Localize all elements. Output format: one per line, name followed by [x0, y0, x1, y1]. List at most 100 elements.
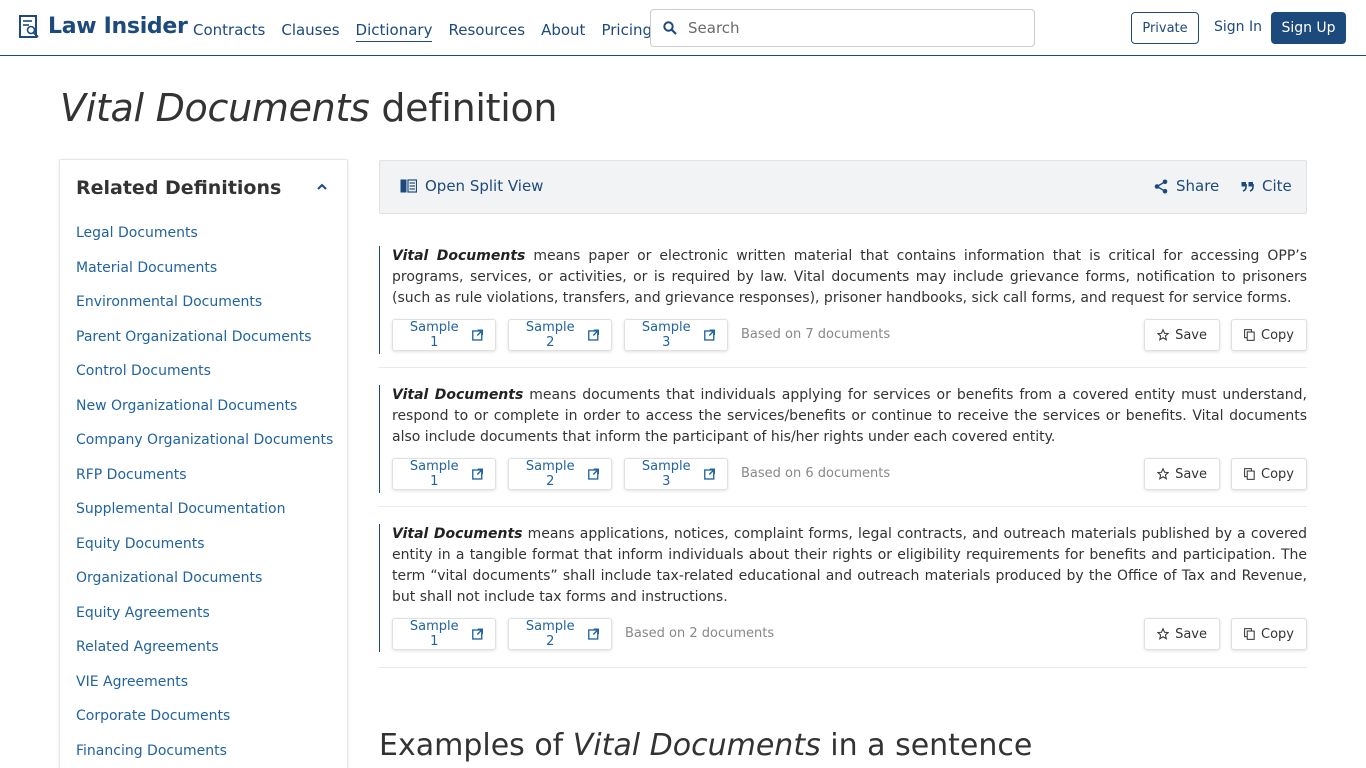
related-definition-link[interactable]: Organizational Documents [76, 570, 262, 586]
examples-heading: Examples of Vital Documents in a sentenc… [379, 728, 1032, 763]
list-item: Equity Agreements [76, 602, 333, 637]
examples-term: Vital Documents [572, 728, 821, 763]
share-label: Share [1176, 177, 1220, 195]
external-link-icon [471, 329, 483, 341]
copy-label: Copy [1261, 327, 1294, 343]
related-definition-link[interactable]: Material Documents [76, 260, 217, 276]
list-item: Company Organizational Documents [76, 429, 333, 464]
copy-button[interactable]: Copy [1231, 458, 1307, 490]
definition-body: means documents that individuals applyin… [392, 387, 1308, 445]
list-item: Financing Documents [76, 740, 333, 768]
nav-link-dictionary[interactable]: Dictionary [355, 19, 433, 42]
list-item: RFP Documents [76, 464, 333, 499]
related-definition-link[interactable]: Financing Documents [76, 743, 227, 759]
definition-entry-1: Vital Documents means paper or electroni… [379, 246, 1307, 368]
definition-term: Vital Documents [392, 526, 523, 542]
copy-icon [1244, 329, 1255, 341]
save-button[interactable]: Save [1144, 458, 1220, 490]
sample-1-button[interactable]: Sample 1 [392, 458, 496, 490]
external-link-icon [587, 628, 599, 640]
save-label: Save [1175, 327, 1207, 343]
star-icon [1157, 627, 1170, 640]
related-definition-link[interactable]: Environmental Documents [76, 294, 262, 310]
related-definition-link[interactable]: Corporate Documents [76, 708, 230, 724]
list-item: Legal Documents [76, 222, 333, 257]
definition-term: Vital Documents [392, 387, 524, 403]
sample-1-button[interactable]: Sample 1 [392, 618, 496, 650]
quote-icon [1241, 181, 1254, 192]
sample-1-button[interactable]: Sample 1 [392, 319, 496, 351]
sample-2-button[interactable]: Sample 2 [508, 618, 612, 650]
private-button[interactable]: Private [1131, 12, 1199, 44]
list-item: Corporate Documents [76, 705, 333, 740]
definition-toolbar: Open Split View Share Cite [379, 160, 1307, 214]
search-input[interactable] [688, 19, 1008, 37]
list-item: Related Agreements [76, 636, 333, 671]
page-title: Vital Documents definition [60, 86, 558, 130]
nav-link-about[interactable]: About [541, 19, 585, 42]
page-title-suffix: definition [381, 86, 558, 130]
related-definition-link[interactable]: RFP Documents [76, 467, 187, 483]
sample-3-button[interactable]: Sample 3 [624, 458, 728, 490]
copy-button[interactable]: Copy [1231, 319, 1307, 351]
related-definition-link[interactable]: Equity Agreements [76, 605, 210, 621]
save-label: Save [1175, 626, 1207, 642]
sample-3-button[interactable]: Sample 3 [624, 319, 728, 351]
sample-2-button[interactable]: Sample 2 [508, 458, 612, 490]
related-definition-link[interactable]: Parent Organizational Documents [76, 329, 312, 345]
sample-label: Sample 1 [409, 320, 459, 350]
search-box[interactable] [650, 9, 1035, 47]
sample-label: Sample 1 [409, 459, 459, 489]
save-button[interactable]: Save [1144, 319, 1220, 351]
definition-actions: Sample 1 Sample 2 Sample 3 Based on 7 do… [379, 319, 1307, 353]
list-item: New Organizational Documents [76, 395, 333, 430]
logo[interactable]: Law Insider [19, 14, 188, 39]
related-definitions-heading: Related Definitions [76, 177, 282, 199]
sample-2-button[interactable]: Sample 2 [508, 319, 612, 351]
sign-up-button[interactable]: Sign Up [1271, 12, 1346, 44]
nav-link-contracts[interactable]: Contracts [193, 19, 265, 42]
list-item: Equity Documents [76, 533, 333, 568]
search-icon [663, 21, 677, 35]
based-on-count: Based on 7 documents [741, 327, 891, 342]
sample-label: Sample 3 [641, 320, 691, 350]
related-definitions-panel: Related Definitions Legal Documents Mate… [59, 159, 348, 768]
related-definition-link[interactable]: Supplemental Documentation [76, 501, 286, 517]
copy-button[interactable]: Copy [1231, 618, 1307, 650]
nav-link-pricing[interactable]: Pricing [601, 19, 652, 42]
external-link-icon [703, 468, 715, 480]
related-definition-link[interactable]: New Organizational Documents [76, 398, 297, 414]
top-nav: Law Insider Contracts Clauses Dictionary… [0, 0, 1366, 56]
share-button[interactable]: Share [1154, 177, 1219, 195]
based-on-count: Based on 6 documents [741, 466, 891, 481]
save-button[interactable]: Save [1144, 618, 1220, 650]
related-definition-link[interactable]: Company Organizational Documents [76, 432, 333, 448]
related-definitions-list: Legal Documents Material Documents Envir… [76, 222, 333, 768]
related-definition-link[interactable]: Control Documents [76, 363, 211, 379]
star-icon [1157, 328, 1170, 341]
nav-link-resources[interactable]: Resources [448, 19, 525, 42]
sample-label: Sample 2 [525, 619, 575, 649]
cite-button[interactable]: Cite [1241, 177, 1292, 195]
related-definition-link[interactable]: Related Agreements [76, 639, 219, 655]
logo-text: Law Insider [48, 14, 188, 39]
related-definition-link[interactable]: VIE Agreements [76, 674, 188, 690]
external-link-icon [703, 329, 715, 341]
related-definition-link[interactable]: Equity Documents [76, 536, 205, 552]
open-split-view-button[interactable]: Open Split View [400, 177, 543, 195]
external-link-icon [587, 329, 599, 341]
list-item: Supplemental Documentation [76, 498, 333, 533]
split-view-icon [400, 179, 417, 193]
sign-in-link[interactable]: Sign In [1214, 19, 1262, 35]
list-item: Parent Organizational Documents [76, 326, 333, 361]
share-icon [1154, 179, 1168, 193]
chevron-up-icon[interactable] [315, 180, 329, 194]
examples-prefix: Examples of [379, 728, 564, 763]
save-label: Save [1175, 466, 1207, 482]
related-definition-link[interactable]: Legal Documents [76, 225, 198, 241]
definition-entry-2: Vital Documents means documents that ind… [379, 385, 1307, 507]
sample-label: Sample 3 [641, 459, 691, 489]
list-item: Control Documents [76, 360, 333, 395]
list-item: Material Documents [76, 257, 333, 292]
nav-link-clauses[interactable]: Clauses [281, 19, 339, 42]
